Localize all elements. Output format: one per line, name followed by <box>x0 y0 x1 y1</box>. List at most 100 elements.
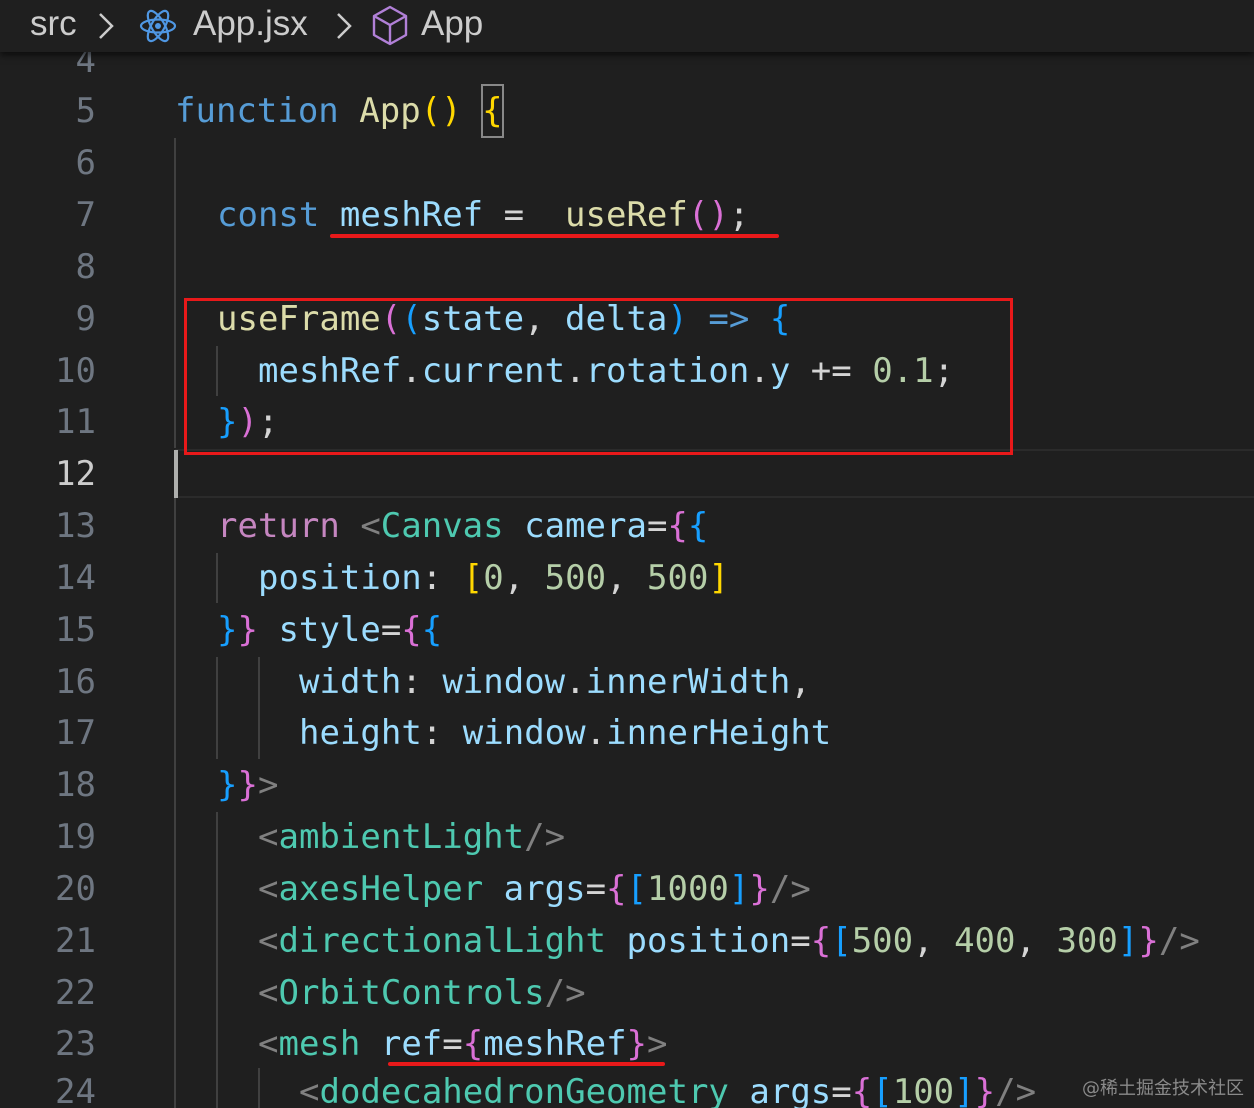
comma: , <box>790 662 811 702</box>
annotation-underline <box>330 234 779 238</box>
chevron-right-icon <box>333 6 355 55</box>
code-line-15: }} style={{ <box>217 604 442 656</box>
chevron-right-icon <box>95 6 117 55</box>
brace: } <box>237 610 258 650</box>
comma: , <box>913 921 955 961</box>
colon: : <box>401 662 443 702</box>
cube-icon <box>370 4 410 57</box>
brace: { <box>810 921 832 961</box>
brace: } <box>974 1072 996 1108</box>
code-line-21: <directionalLight position={[500, 400, 3… <box>258 915 1200 967</box>
code-line-16: width: window.innerWidth, <box>299 656 811 708</box>
colon: : <box>421 713 463 753</box>
line-number: 13 <box>55 506 96 546</box>
tag-bracket: /> <box>524 817 566 857</box>
property: innerWidth <box>585 662 791 702</box>
number: 100 <box>892 1072 955 1108</box>
tag-bracket: > <box>647 1024 668 1064</box>
line-number: 21 <box>55 921 96 961</box>
dot: . <box>585 713 607 753</box>
comma: , <box>606 558 648 598</box>
operator: = <box>790 921 811 961</box>
operator: = <box>831 1072 852 1108</box>
property: height <box>299 713 422 753</box>
tag-bracket: < <box>258 921 279 961</box>
code-line-19: <ambientLight/> <box>258 811 565 863</box>
tag-bracket: < <box>258 973 279 1013</box>
code-line-17: height: window.innerHeight <box>299 707 831 759</box>
variable: meshRef <box>339 195 484 235</box>
tag-name: Canvas <box>380 506 504 546</box>
property: position <box>258 558 422 598</box>
code-line-24: <dodecahedronGeometry args={[100]}/> <box>299 1066 1036 1108</box>
keyword: function <box>175 91 339 131</box>
line-number: 10 <box>55 351 96 391</box>
attribute: style <box>278 610 381 650</box>
code-area[interactable]: function App() { const meshRef = useRef(… <box>175 0 1254 1108</box>
line-number: 18 <box>55 765 96 805</box>
breadcrumb-file[interactable]: App.jsx <box>193 4 308 44</box>
tag-name: dodecahedronGeometry <box>319 1072 729 1108</box>
code-line-20: <axesHelper args={[1000]}/> <box>258 863 811 915</box>
brace: { <box>667 506 688 546</box>
line-number-active: 12 <box>55 454 96 494</box>
line-number: 5 <box>75 91 96 131</box>
tag-name: directionalLight <box>278 921 606 961</box>
line-number: 20 <box>55 869 96 909</box>
brace: } <box>626 1024 648 1064</box>
watermark: @稀土掘金技术社区 <box>1082 1078 1244 1099</box>
attribute: position <box>626 921 791 961</box>
number: 300 <box>1056 921 1118 961</box>
brace: } <box>749 869 770 909</box>
attribute: ref <box>380 1024 443 1064</box>
line-number: 19 <box>55 817 96 857</box>
line-number: 24 <box>55 1072 96 1108</box>
paren: () <box>420 91 462 131</box>
attribute: args <box>749 1072 832 1108</box>
line-number: 11 <box>55 402 96 442</box>
breadcrumb: src App.jsx App <box>0 0 1254 52</box>
line-number: 14 <box>55 558 96 598</box>
tag-name: ambientLight <box>278 817 525 857</box>
attribute: args <box>503 869 586 909</box>
line-number: 15 <box>55 610 96 650</box>
property: innerHeight <box>606 713 832 753</box>
code-line-13: return <Canvas camera={{ <box>217 500 708 552</box>
operator: = <box>442 1024 463 1064</box>
tag-bracket: /> <box>995 1072 1037 1108</box>
annotation-box <box>184 298 1013 455</box>
colon: : <box>421 558 463 598</box>
tag-name: mesh <box>278 1024 361 1064</box>
number: 1000 <box>647 869 729 909</box>
tag-bracket: /> <box>1158 921 1200 961</box>
number: 500 <box>544 558 607 598</box>
tag-bracket: < <box>299 1072 320 1108</box>
attribute: camera <box>524 506 647 546</box>
breadcrumb-symbol[interactable]: App <box>421 4 483 44</box>
tag-bracket: < <box>360 506 381 546</box>
tag-name: OrbitControls <box>278 973 545 1013</box>
code-line-22: <OrbitControls/> <box>258 967 586 1019</box>
operator: = <box>380 610 402 650</box>
code-editor[interactable]: src App.jsx App 4 5 6 7 8 9 10 11 12 13 … <box>0 0 1254 1108</box>
keyword: const <box>217 195 320 235</box>
bracket: [ <box>872 1072 893 1108</box>
tag-bracket: < <box>258 817 279 857</box>
annotation-underline <box>388 1062 665 1066</box>
comma: , <box>1015 921 1057 961</box>
breadcrumb-folder[interactable]: src <box>30 4 77 44</box>
brace: { <box>421 610 443 650</box>
bracket: ] <box>708 558 729 598</box>
brace: { <box>401 610 422 650</box>
operator: = <box>483 195 545 235</box>
variable: meshRef <box>483 1024 627 1064</box>
brace: { <box>606 869 627 909</box>
bracket: ] <box>1117 921 1139 961</box>
brace: } <box>1138 921 1159 961</box>
bracket: [ <box>462 558 484 598</box>
tag-bracket: > <box>257 765 279 805</box>
code-line-5: function App() { <box>175 84 504 138</box>
brace: { <box>851 1072 873 1108</box>
line-number: 9 <box>75 299 96 339</box>
tag-bracket: /> <box>544 973 586 1013</box>
